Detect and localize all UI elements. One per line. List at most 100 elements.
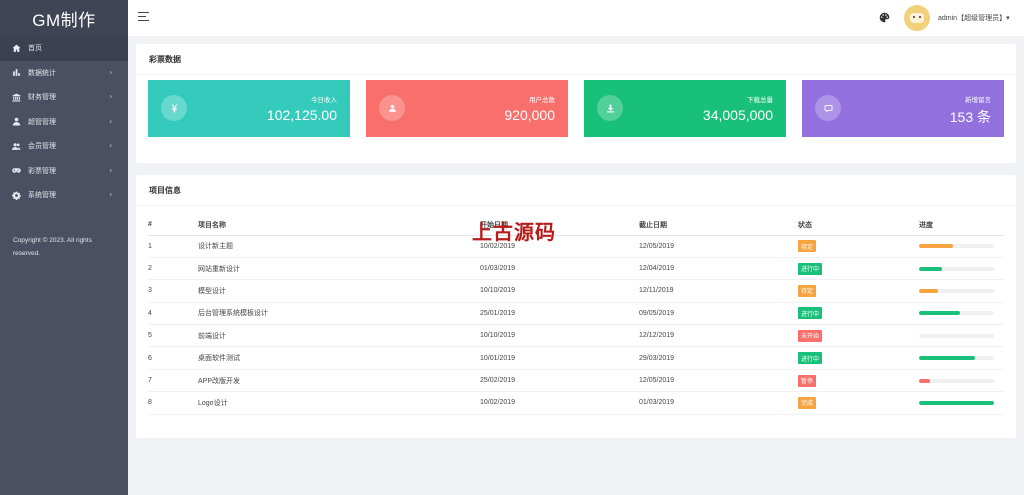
column-header[interactable]: #	[148, 215, 198, 236]
table-row[interactable]: 8 Logo设计 10/02/2019 01/03/2019 完成	[148, 391, 1004, 415]
status-badge: 暂停	[798, 374, 817, 387]
status-badge: 完成	[798, 396, 817, 409]
stat-value: 34,005,000	[702, 107, 773, 123]
sidebar-item-0[interactable]: 首页	[0, 36, 128, 61]
status-badge: 进行中	[798, 262, 823, 275]
row-number: 3	[148, 279, 198, 303]
progress-fill	[919, 288, 938, 293]
status-badge: 待定	[798, 284, 817, 297]
app-logo[interactable]: GM制作	[0, 0, 128, 36]
sidebar-item-label: 会员管理	[28, 143, 56, 151]
start-date: 10/01/2019	[480, 346, 639, 370]
watermark-text: 上古源码	[472, 220, 556, 244]
sidebar-item-label: 数据统计	[28, 69, 56, 77]
chevron-right-icon: ›	[109, 167, 112, 175]
project-name: 前端设计	[198, 324, 480, 348]
end-date: 12/04/2019	[639, 257, 798, 281]
project-info-panel: 项目信息 # 项目名称 开始日期 截止日期 状态 进度 1 设计新主题 10/02/2019 1…	[136, 175, 1016, 438]
status-badge: 进行中	[798, 352, 823, 365]
table-row[interactable]: 1 设计新主题 10/02/2019 12/05/2019 待定	[148, 235, 1004, 258]
end-date: 12/05/2019	[639, 369, 798, 393]
column-header[interactable]: 截止日期	[639, 215, 798, 236]
end-date: 12/11/2019	[639, 279, 798, 303]
table-row[interactable]: 6 桌面软件测试 10/01/2019 29/03/2019 进行中	[148, 346, 1004, 370]
sidebar-item-5[interactable]: 彩票管理 ›	[0, 159, 128, 184]
column-header[interactable]: 项目名称	[198, 215, 480, 236]
sidebar-item-label: 财务管理	[28, 94, 56, 102]
stat-value: 102,125.00	[266, 107, 337, 123]
chevron-right-icon: ›	[109, 93, 112, 101]
project-name: 设计新主题	[198, 235, 480, 258]
sidebar-item-label: 超管管理	[28, 118, 56, 126]
project-name: 模型设计	[198, 279, 480, 303]
column-header[interactable]: 进度	[919, 215, 1004, 236]
start-date: 25/02/2019	[480, 369, 639, 393]
chevron-right-icon: ›	[109, 118, 112, 126]
column-header[interactable]: 状态	[798, 215, 919, 236]
copyright-text: Copyright © 2023. All rights reserved.	[13, 237, 92, 257]
project-name: 网站重新设计	[198, 257, 480, 281]
stat-card-2[interactable]: 下载总量 34,005,000	[584, 80, 786, 137]
sidebar-item-label: 系统管理	[28, 192, 56, 200]
table-row[interactable]: 7 APP改版开发 25/02/2019 12/05/2019 暂停	[148, 369, 1004, 393]
progress-bar	[919, 311, 994, 316]
bar-chart-icon	[11, 68, 21, 78]
stat-card-3[interactable]: 新增留言 153 条	[802, 80, 1004, 137]
sidebar-item-1[interactable]: 数据统计 ›	[0, 61, 128, 86]
status-badge: 进行中	[798, 307, 823, 320]
project-name: 后台管理系统模板设计	[198, 302, 480, 326]
row-number: 7	[148, 369, 198, 393]
stat-label: 新增留言	[965, 97, 991, 104]
menu-toggle-icon[interactable]	[138, 12, 149, 22]
top-header: admin【超级管理员】▾	[128, 0, 1024, 36]
project-table: # 项目名称 开始日期 截止日期 状态 进度 1 设计新主题 10/02/2019 12/05/…	[148, 215, 1004, 415]
end-date: 01/03/2019	[639, 391, 798, 415]
bank-icon	[11, 92, 21, 102]
stat-card-0[interactable]: 今日收入 102,125.00	[148, 80, 350, 137]
palette-icon[interactable]	[879, 12, 890, 23]
user-icon	[11, 117, 21, 127]
panel-title: 项目信息	[149, 186, 181, 195]
row-number: 2	[148, 257, 198, 281]
sidebar-item-label: 彩票管理	[28, 167, 56, 175]
end-date: 09/05/2019	[639, 302, 798, 326]
stat-card-1[interactable]: 用户总数 920,000	[366, 80, 568, 137]
sidebar-item-2[interactable]: 财务管理 ›	[0, 85, 128, 110]
table-row[interactable]: 4 后台管理系统模板设计 25/01/2019 09/05/2019 进行中	[148, 302, 1004, 326]
progress-bar	[919, 400, 994, 405]
user-avatar[interactable]	[904, 5, 930, 31]
progress-bar	[919, 288, 994, 293]
start-date: 10/10/2019	[480, 324, 639, 348]
progress-bar	[919, 244, 994, 249]
gamepad-icon	[11, 166, 21, 176]
chevron-right-icon: ›	[109, 191, 112, 199]
row-number: 6	[148, 346, 198, 370]
sidebar-item-3[interactable]: 超管管理 ›	[0, 110, 128, 135]
table-row[interactable]: 5 前端设计 10/10/2019 12/12/2019 未开始	[148, 324, 1004, 348]
user-menu[interactable]: admin【超级管理员】▾	[938, 13, 1010, 23]
progress-bar	[919, 266, 994, 271]
row-number: 4	[148, 302, 198, 326]
start-date: 01/03/2019	[480, 257, 639, 281]
progress-fill	[919, 311, 961, 316]
start-date: 10/10/2019	[480, 279, 639, 303]
table-row[interactable]: 3 模型设计 10/10/2019 12/11/2019 待定	[148, 279, 1004, 303]
progress-fill	[919, 356, 976, 361]
end-date: 12/12/2019	[639, 324, 798, 348]
stat-label: 今日收入	[311, 97, 337, 104]
table-row[interactable]: 2 网站重新设计 01/03/2019 12/04/2019 进行中	[148, 257, 1004, 281]
end-date: 12/05/2019	[639, 235, 798, 258]
gear-icon	[11, 190, 21, 200]
progress-bar	[919, 356, 994, 361]
yen-icon	[161, 95, 187, 121]
row-number: 5	[148, 324, 198, 348]
chevron-right-icon: ›	[109, 69, 112, 77]
project-name: APP改版开发	[198, 369, 480, 393]
progress-bar	[919, 378, 994, 383]
panel-title: 彩票数据	[149, 55, 181, 64]
end-date: 29/03/2019	[639, 346, 798, 370]
sidebar-item-4[interactable]: 会员管理 ›	[0, 134, 128, 159]
sidebar-item-6[interactable]: 系统管理 ›	[0, 183, 128, 208]
stat-value: 153 条	[949, 109, 991, 125]
stat-label: 下载总量	[747, 97, 773, 104]
